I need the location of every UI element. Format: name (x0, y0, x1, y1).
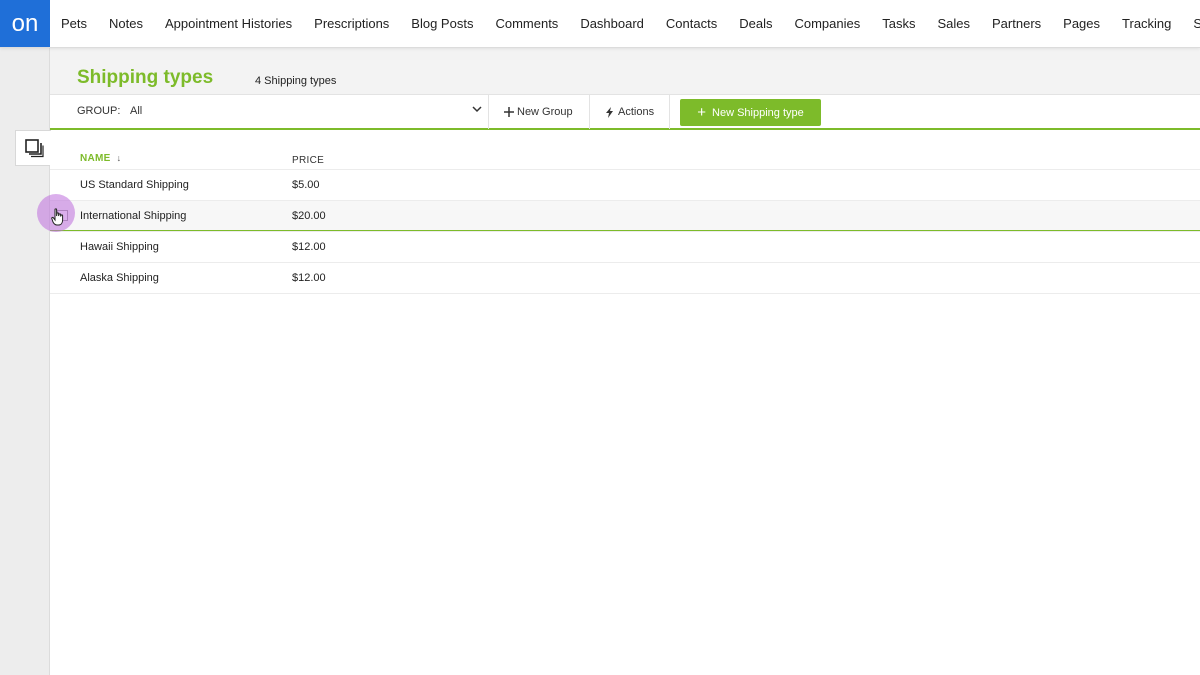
nav-item-systems[interactable]: Systems (1182, 0, 1200, 47)
nav-item-pets[interactable]: Pets (50, 0, 98, 47)
new-shipping-type-label: New Shipping type (712, 106, 804, 119)
column-header-name[interactable]: NAME ↓ (80, 153, 121, 164)
collection-toolbar: GROUP: All New Group Actions + New Shipp… (50, 94, 1200, 130)
nav-menu: Pets Notes Appointment Histories Prescri… (50, 0, 1200, 47)
records-table: NAME ↓ PRICE US Standard Shipping $5.00 I… (50, 131, 1200, 675)
table-end-divider (50, 293, 1200, 294)
plus-icon: + (697, 104, 707, 121)
app-logo[interactable]: on (0, 0, 50, 47)
collection-toggle-button[interactable] (15, 130, 51, 166)
table-row[interactable]: Alaska Shipping $12.00 (50, 262, 1200, 293)
table-row[interactable]: International Shipping $20.00 (50, 200, 1200, 231)
nav-item-tracking[interactable]: Tracking (1111, 0, 1182, 47)
nav-item-pages[interactable]: Pages (1052, 0, 1111, 47)
new-group-button[interactable]: New Group (504, 95, 573, 129)
cell-price: $12.00 (292, 272, 326, 284)
nav-item-comments[interactable]: Comments (484, 0, 569, 47)
group-label: GROUP: (77, 105, 121, 117)
page-title: Shipping types (77, 67, 214, 88)
group-select[interactable]: All (130, 105, 142, 117)
plus-icon (504, 107, 514, 117)
table-body: US Standard Shipping $5.00 International… (50, 169, 1200, 294)
nav-item-contacts[interactable]: Contacts (655, 0, 728, 47)
chevron-down-icon[interactable] (471, 103, 483, 115)
nav-item-partners[interactable]: Partners (981, 0, 1052, 47)
record-count: 4 Shipping types (255, 75, 337, 87)
cell-price: $5.00 (292, 179, 320, 191)
new-group-label: New Group (517, 106, 573, 118)
cell-price: $12.00 (292, 241, 326, 253)
nav-item-companies[interactable]: Companies (783, 0, 871, 47)
cell-price: $20.00 (292, 210, 326, 222)
toolbar-divider (488, 95, 489, 129)
toolbar-divider (669, 95, 670, 129)
cell-name: US Standard Shipping (80, 179, 189, 191)
cell-name: International Shipping (80, 210, 187, 222)
nav-item-deals[interactable]: Deals (728, 0, 783, 47)
nav-item-notes[interactable]: Notes (98, 0, 154, 47)
actions-label: Actions (618, 106, 655, 118)
column-header-name-label: NAME (80, 153, 111, 164)
cell-name: Alaska Shipping (80, 272, 159, 284)
nav-item-prescriptions[interactable]: Prescriptions (303, 0, 400, 47)
nav-item-dashboard[interactable]: Dashboard (569, 0, 655, 47)
hand-pointer-icon (51, 208, 64, 226)
nav-item-tasks[interactable]: Tasks (871, 0, 926, 47)
left-sidebar (0, 48, 51, 675)
toolbar-divider (589, 95, 590, 129)
column-header-price[interactable]: PRICE (292, 155, 324, 166)
top-navigation: on Pets Notes Appointment Histories Pres… (0, 0, 1200, 48)
table-row[interactable]: Hawaii Shipping $12.00 (50, 231, 1200, 262)
stacked-pages-icon (24, 139, 44, 158)
lightning-icon (606, 106, 613, 118)
new-shipping-type-button[interactable]: + New Shipping type (680, 99, 821, 126)
actions-button[interactable]: Actions (605, 95, 654, 129)
sort-arrow-down-icon: ↓ (116, 153, 122, 163)
cell-name: Hawaii Shipping (80, 241, 159, 253)
nav-item-appointment-histories[interactable]: Appointment Histories (154, 0, 303, 47)
page-header (50, 48, 1200, 94)
table-row[interactable]: US Standard Shipping $5.00 (50, 169, 1200, 200)
nav-item-blog-posts[interactable]: Blog Posts (400, 0, 484, 47)
nav-item-sales[interactable]: Sales (926, 0, 981, 47)
